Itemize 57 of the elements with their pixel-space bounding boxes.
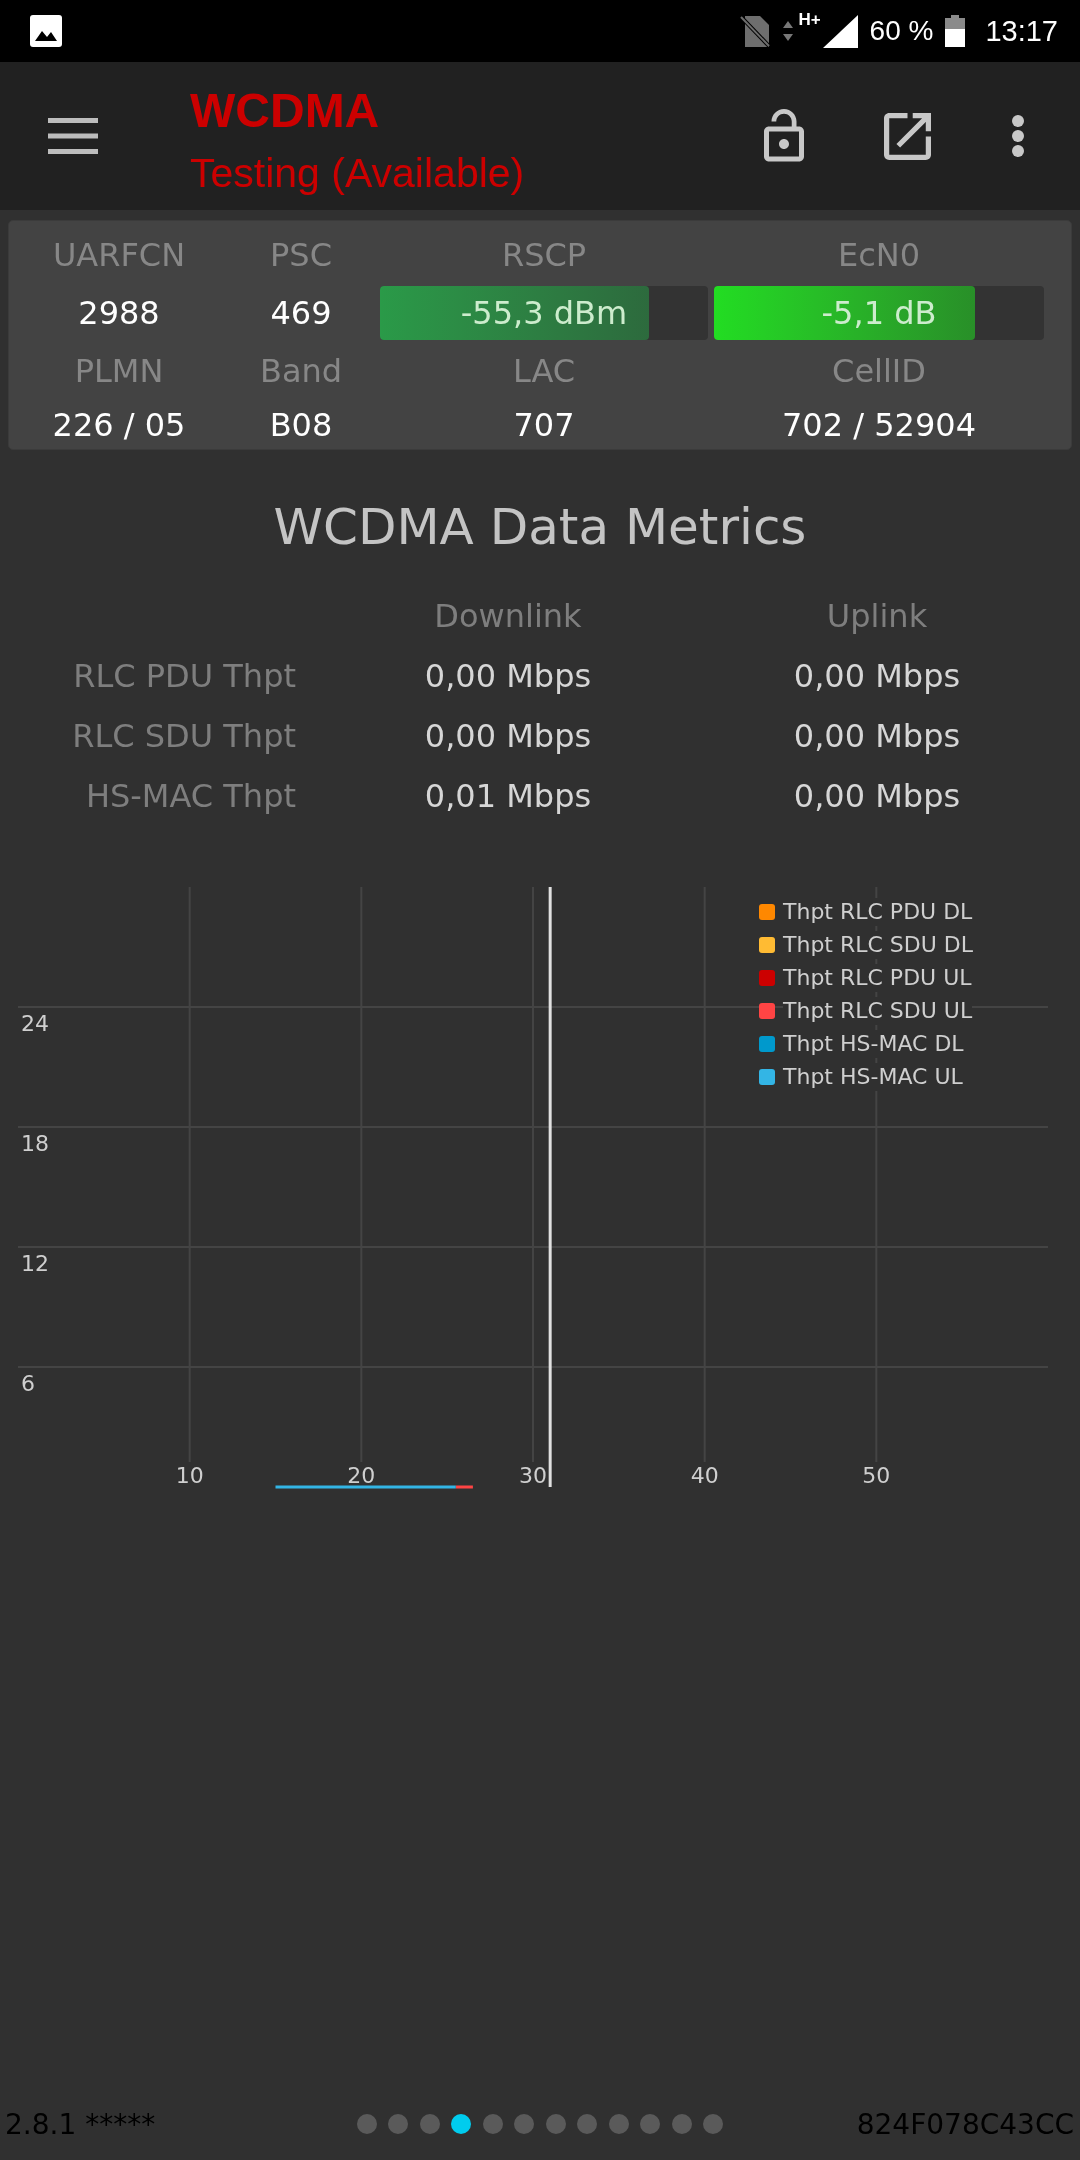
battery-icon [945, 15, 966, 47]
padlock-icon[interactable] [764, 108, 804, 164]
legend-label: Thpt RLC PDU DL [783, 897, 973, 926]
metric-value: 0,01 Mbps [424, 776, 592, 816]
field-label: RSCP [501, 235, 587, 275]
legend-label: Thpt RLC SDU DL [783, 930, 974, 959]
battery-percent: 60 % [869, 15, 934, 47]
field-label: CellID [832, 351, 926, 391]
metric-value: 0,00 Mbps [793, 776, 961, 816]
field-label: LAC [512, 351, 576, 391]
column-header: Downlink [434, 596, 582, 636]
legend-label: Thpt RLC PDU UL [783, 963, 972, 992]
app-title: WCDMA [190, 83, 380, 139]
data-arrows-icon [782, 19, 795, 43]
row-label: RLC SDU Thpt [72, 716, 296, 756]
field-value: 707 [513, 405, 575, 445]
field-value: 226 / 05 [52, 405, 186, 445]
no-sim-icon [740, 15, 771, 47]
field-label: PSC [270, 235, 332, 275]
axis-tick-label: 12 [21, 1251, 49, 1276]
network-type: H+ [798, 11, 821, 29]
field-value: 702 / 52904 [782, 405, 976, 445]
axis-tick-label: 18 [21, 1131, 49, 1156]
signal-icon [822, 14, 858, 48]
clock: 13:17 [985, 14, 1058, 48]
axis-tick-label: 50 [862, 1463, 891, 1488]
image-icon [30, 15, 62, 47]
legend-label: Thpt RLC SDU UL [783, 996, 973, 1025]
meter-value: -55,3 dBm [460, 293, 628, 333]
legend-label: Thpt HS-MAC UL [783, 1062, 963, 1091]
external-link-icon[interactable] [884, 112, 931, 160]
section-title: WCDMA Data Metrics [273, 497, 807, 557]
field-value: 2988 [78, 293, 160, 333]
field-label: Band [259, 351, 343, 391]
column-header: Uplink [826, 596, 928, 636]
metric-value: 0,00 Mbps [793, 716, 961, 756]
legend-label: Thpt HS-MAC DL [783, 1029, 964, 1058]
axis-tick-label: 40 [690, 1463, 719, 1488]
field-value: B08 [269, 405, 333, 445]
app-subtitle: Testing (Available) [190, 149, 525, 198]
menu-icon[interactable] [48, 118, 98, 154]
axis-tick-label: 24 [21, 1011, 49, 1036]
metric-value: 0,00 Mbps [793, 656, 961, 696]
field-value: 469 [270, 293, 332, 333]
row-label: HS-MAC Thpt [85, 776, 296, 816]
field-label: PLMN [74, 351, 164, 391]
overflow-menu-icon[interactable] [1012, 115, 1024, 157]
metric-value: 0,00 Mbps [424, 716, 592, 756]
axis-tick-label: 10 [175, 1463, 204, 1488]
metric-value: 0,00 Mbps [424, 656, 592, 696]
axis-tick-label: 6 [21, 1371, 35, 1396]
field-label: EcN0 [837, 235, 921, 275]
row-label: RLC PDU Thpt [73, 656, 296, 696]
axis-tick-label: 30 [519, 1463, 547, 1488]
meter-value: -5,1 dB [821, 293, 937, 333]
axis-tick-label: 20 [347, 1463, 376, 1488]
field-label: UARFCN [52, 235, 186, 275]
